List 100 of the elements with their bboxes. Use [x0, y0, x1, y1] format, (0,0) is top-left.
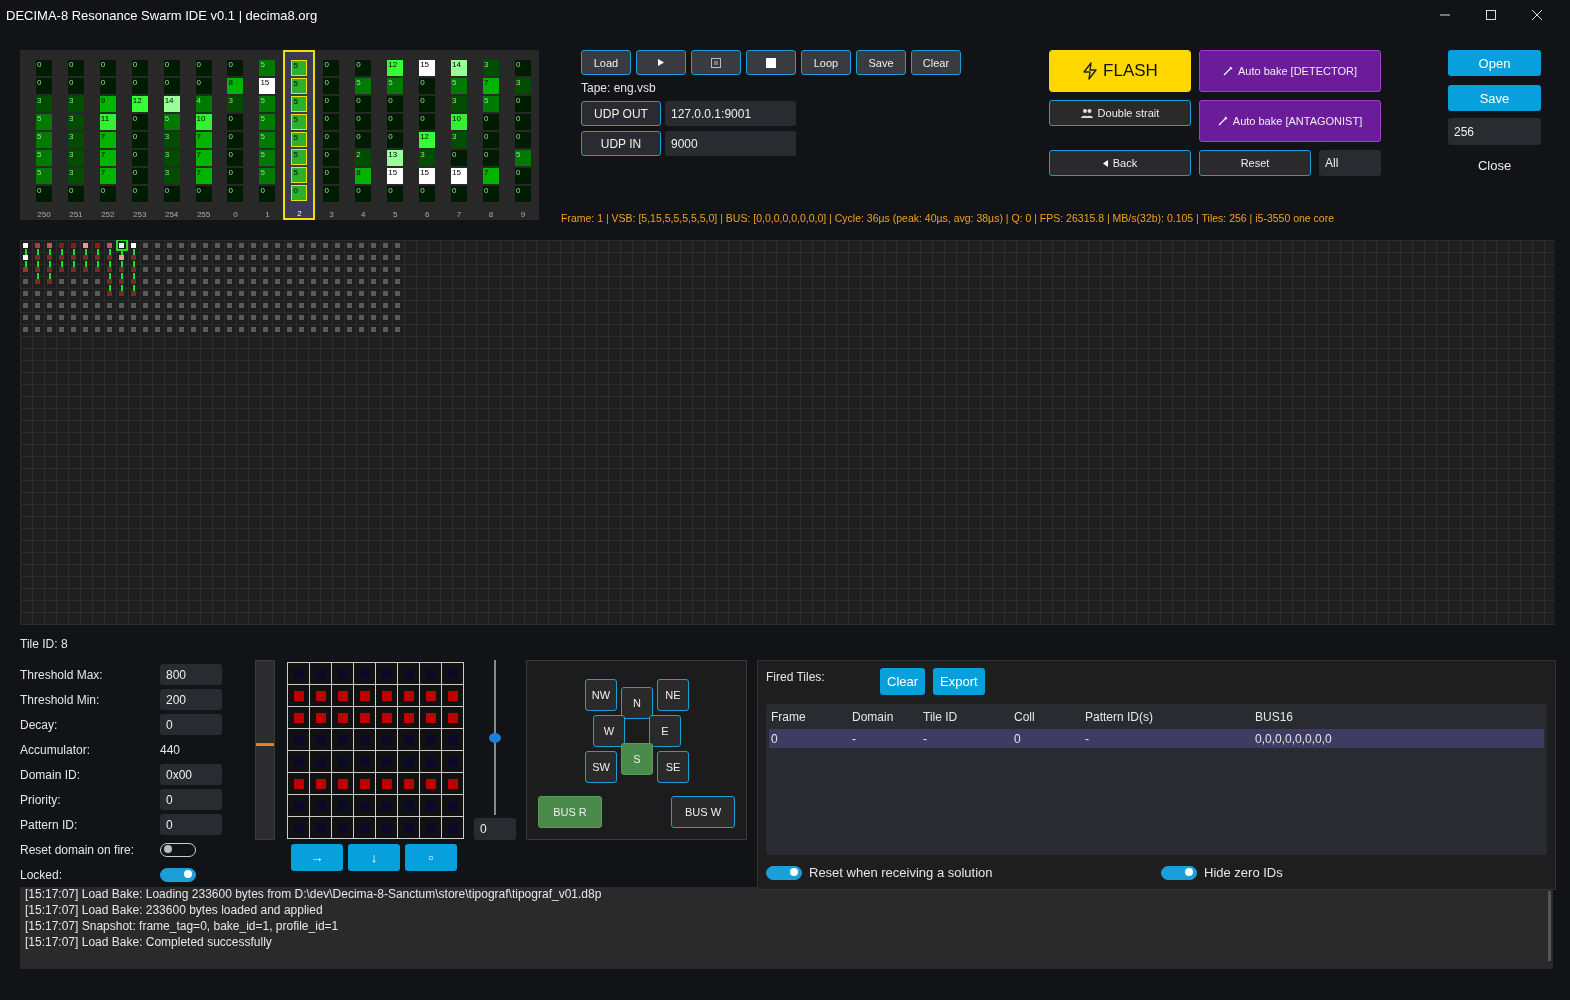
- pattern-cell[interactable]: [288, 663, 309, 684]
- pattern-cell[interactable]: [354, 663, 375, 684]
- udp-button[interactable]: UDP IN: [581, 131, 661, 156]
- flash-button[interactable]: FLASH: [1049, 50, 1191, 92]
- auto-bake-button[interactable]: Auto bake [ANTAGONIST]: [1199, 100, 1381, 142]
- pattern-cell[interactable]: [332, 795, 353, 816]
- pattern-cell[interactable]: [398, 685, 419, 706]
- slider-value-field[interactable]: 0: [474, 818, 516, 840]
- pattern-cell[interactable]: [332, 773, 353, 794]
- tile-column[interactable]: 0 8 3 0 0 0 0 0 0: [219, 50, 252, 220]
- pattern-cell[interactable]: [288, 817, 309, 838]
- pattern-cell[interactable]: [288, 729, 309, 750]
- property-field[interactable]: 0: [160, 789, 222, 810]
- pattern-cell[interactable]: [420, 707, 441, 728]
- pattern-cell[interactable]: [310, 751, 331, 772]
- pattern-cell[interactable]: [442, 685, 463, 706]
- udp-field[interactable]: 9000: [665, 131, 796, 156]
- tile-column[interactable]: 14 5 3 10 3 0 15 0 7: [443, 50, 476, 220]
- pattern-cell[interactable]: [310, 685, 331, 706]
- pattern-cell[interactable]: [310, 663, 331, 684]
- transport-button[interactable]: Clear: [911, 50, 961, 75]
- pattern-cell[interactable]: [376, 751, 397, 772]
- slider-thumb[interactable]: [489, 732, 501, 743]
- direction-button[interactable]: SE: [657, 751, 689, 783]
- pattern-cell[interactable]: [398, 663, 419, 684]
- udp-field[interactable]: 127.0.0.1:9001: [665, 101, 796, 126]
- reset-button[interactable]: Reset: [1199, 150, 1311, 176]
- pattern-cell[interactable]: [442, 751, 463, 772]
- scrollbar[interactable]: [1548, 891, 1551, 961]
- tile-column[interactable]: 5 5 5 5 5 5 5 0 2: [283, 50, 316, 220]
- direction-button[interactable]: SW: [585, 751, 617, 783]
- property-field[interactable]: 0: [160, 814, 222, 835]
- property-field[interactable]: 0x00: [160, 764, 222, 785]
- pattern-cell[interactable]: [376, 729, 397, 750]
- tile-column[interactable]: 12 5 0 0 0 13 15 0 5: [379, 50, 412, 220]
- bus-button[interactable]: BUS W: [671, 796, 735, 828]
- pattern-cell[interactable]: [354, 729, 375, 750]
- pattern-cell[interactable]: [354, 817, 375, 838]
- pattern-cell[interactable]: [332, 707, 353, 728]
- pattern-cell[interactable]: [442, 795, 463, 816]
- double-strait-button[interactable]: Double strait: [1049, 100, 1191, 126]
- pattern-cell[interactable]: [332, 663, 353, 684]
- udp-button[interactable]: UDP OUT: [581, 101, 661, 126]
- pattern-cell[interactable]: [332, 817, 353, 838]
- tile-column[interactable]: 15 0 0 0 12 3 15 0 6: [411, 50, 444, 220]
- count-field[interactable]: 256: [1448, 118, 1541, 145]
- pattern-cell[interactable]: [420, 663, 441, 684]
- pattern-cell[interactable]: [310, 729, 331, 750]
- table-row[interactable]: 0 - - 0 - 0,0,0,0,0,0,0,0: [769, 729, 1544, 748]
- pattern-cell[interactable]: [442, 663, 463, 684]
- pattern-cell[interactable]: [376, 795, 397, 816]
- direction-button[interactable]: W: [593, 715, 625, 747]
- pattern-cell[interactable]: [354, 685, 375, 706]
- pattern-cell[interactable]: [398, 707, 419, 728]
- pattern-cell[interactable]: [376, 773, 397, 794]
- tile-column[interactable]: 0 0 12 0 0 0 0 0 253: [123, 50, 156, 220]
- pattern-cell[interactable]: [442, 817, 463, 838]
- transport-button[interactable]: Load: [581, 50, 631, 75]
- close-button[interactable]: Close: [1448, 154, 1541, 173]
- pattern-cell[interactable]: [376, 817, 397, 838]
- stop-button[interactable]: [746, 50, 796, 75]
- direction-button[interactable]: NW: [585, 679, 617, 711]
- back-button[interactable]: Back: [1049, 150, 1191, 176]
- pattern-cell[interactable]: [442, 707, 463, 728]
- pattern-cell[interactable]: [288, 751, 309, 772]
- property-field[interactable]: 0: [160, 714, 222, 735]
- tile-column[interactable]: 0 5 0 0 0 2 8 0 4: [347, 50, 380, 220]
- pattern-cell[interactable]: [376, 685, 397, 706]
- pattern-cell[interactable]: [332, 729, 353, 750]
- play-button[interactable]: [636, 50, 686, 75]
- pattern-cell[interactable]: [310, 773, 331, 794]
- pattern-cell[interactable]: [354, 707, 375, 728]
- pattern-cell[interactable]: [398, 729, 419, 750]
- tile-column[interactable]: 0 0 4 10 7 7 7 0 255: [187, 50, 220, 220]
- toggle-switch[interactable]: [766, 865, 802, 880]
- pattern-cell[interactable]: [442, 729, 463, 750]
- tile-column[interactable]: 3 7 5 0 0 0 7 0 8: [475, 50, 507, 220]
- pattern-cell[interactable]: [332, 685, 353, 706]
- pattern-cell[interactable]: [376, 663, 397, 684]
- maximize-icon[interactable]: [1486, 10, 1496, 20]
- auto-bake-button[interactable]: Auto bake [DETECTOR]: [1199, 50, 1381, 92]
- pattern-cell[interactable]: [288, 707, 309, 728]
- bus-button[interactable]: BUS R: [538, 796, 602, 828]
- transport-button[interactable]: Save: [856, 50, 906, 75]
- pattern-cell[interactable]: [420, 685, 441, 706]
- pattern-cell[interactable]: [398, 795, 419, 816]
- pattern-cell[interactable]: [442, 773, 463, 794]
- pattern-cell[interactable]: [376, 707, 397, 728]
- pattern-cell[interactable]: [420, 817, 441, 838]
- transport-button[interactable]: Loop: [801, 50, 851, 75]
- pattern-cell[interactable]: [288, 685, 309, 706]
- pattern-cell[interactable]: [310, 707, 331, 728]
- toggle-switch[interactable]: [160, 867, 196, 882]
- toggle-switch[interactable]: [1161, 865, 1197, 880]
- tile-column[interactable]: 0 0 3 5 5 5 5 0 250: [28, 50, 60, 220]
- pattern-cell[interactable]: [420, 773, 441, 794]
- close-icon[interactable]: [1532, 10, 1542, 20]
- pattern-cell[interactable]: [354, 795, 375, 816]
- direction-button[interactable]: S: [621, 743, 653, 775]
- direction-button[interactable]: NE: [657, 679, 689, 711]
